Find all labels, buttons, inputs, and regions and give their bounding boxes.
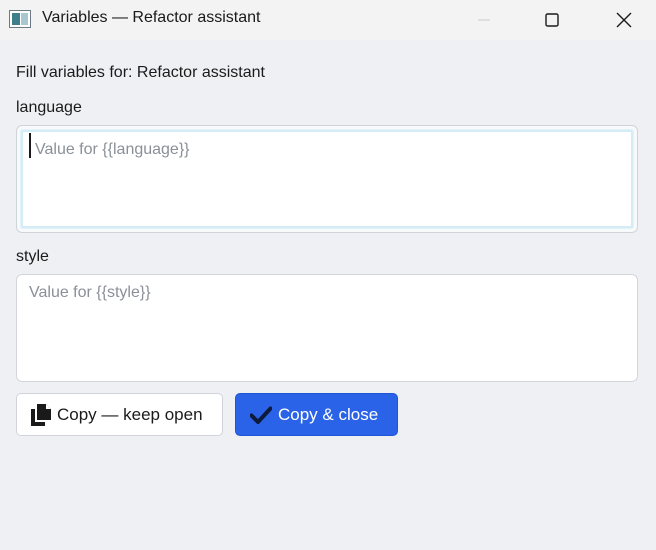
language-input[interactable]	[21, 130, 633, 228]
checkmark-icon	[250, 406, 272, 424]
copy-close-button[interactable]: Copy & close	[235, 393, 398, 436]
copy-keep-open-label: Copy — keep open	[57, 404, 203, 424]
style-field-container	[16, 274, 638, 382]
text-caret	[29, 133, 31, 158]
form-heading: Fill variables for: Refactor assistant	[16, 64, 265, 81]
close-icon	[616, 12, 632, 28]
style-label: style	[16, 248, 49, 265]
maximize-icon	[545, 13, 559, 27]
window-app-icon	[9, 10, 31, 28]
copy-close-label: Copy & close	[278, 404, 379, 424]
copy-icon	[31, 403, 51, 426]
language-field-container	[16, 125, 638, 233]
copy-keep-open-button[interactable]: Copy — keep open	[16, 393, 223, 436]
language-label: language	[16, 99, 82, 116]
minimize-icon	[478, 19, 490, 21]
window-title: Variables — Refactor assistant	[42, 9, 261, 26]
variables-window: Variables — Refactor assistant Fill vari…	[0, 0, 656, 550]
title-bar[interactable]: Variables — Refactor assistant	[0, 0, 656, 40]
maximize-button[interactable]	[516, 0, 588, 40]
close-button[interactable]	[588, 0, 656, 40]
minimize-button[interactable]	[448, 0, 520, 40]
style-input[interactable]	[17, 275, 637, 381]
